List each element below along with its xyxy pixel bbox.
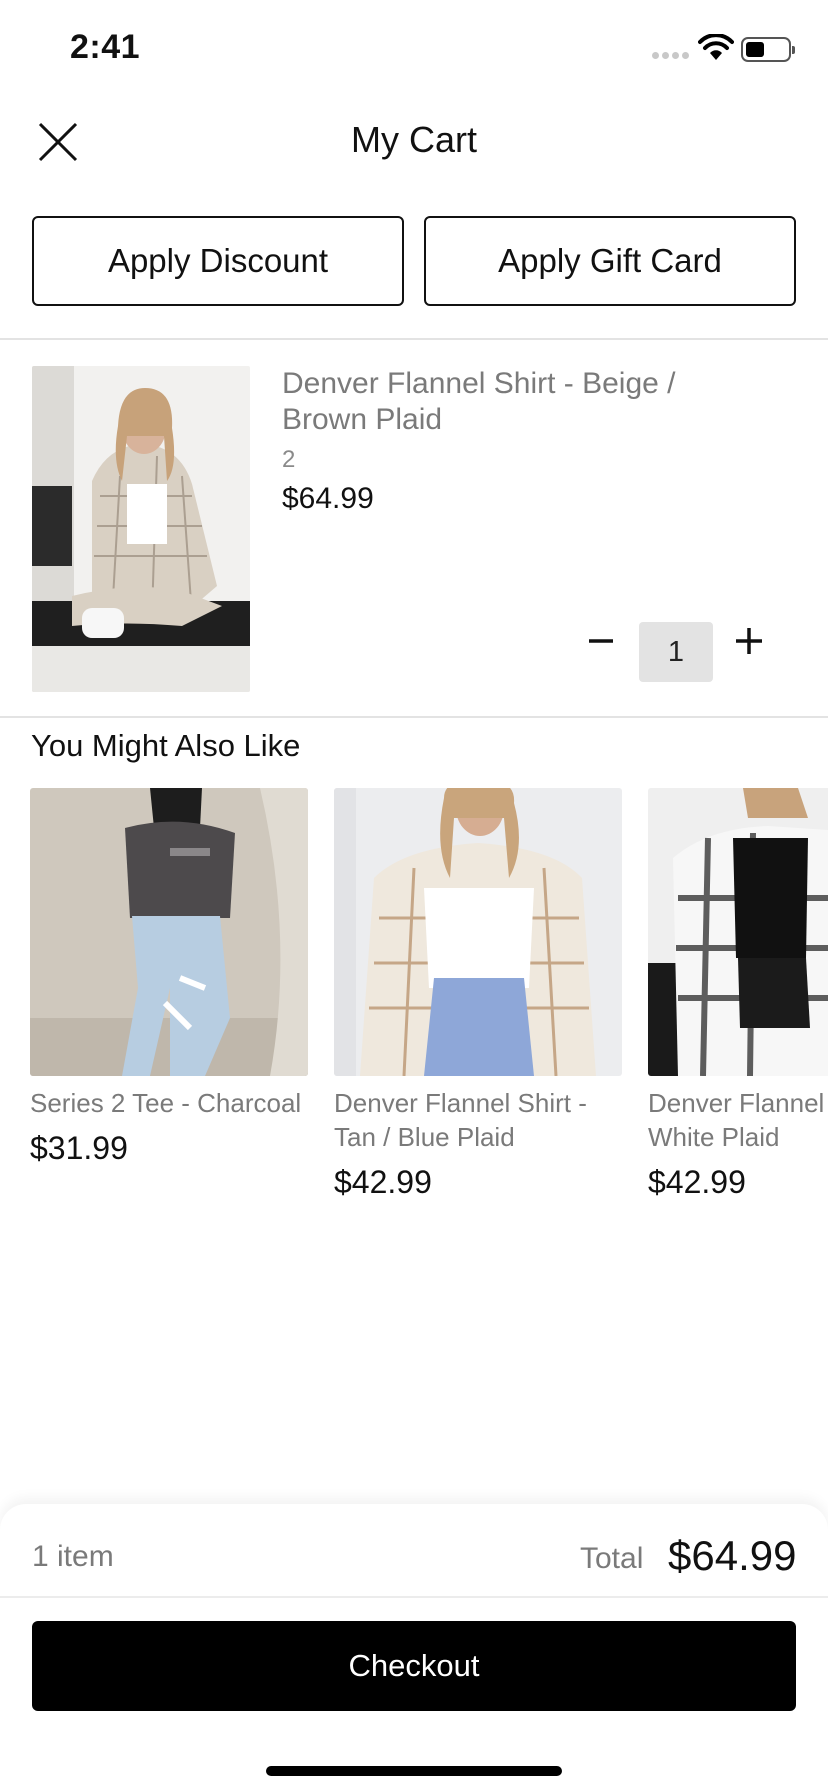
recommendation-name[interactable]: Series 2 Tee - Charcoal [30, 1086, 320, 1120]
divider [0, 1596, 828, 1598]
minus-icon[interactable] [580, 620, 622, 662]
apply-discount-button[interactable]: Apply Discount [32, 216, 404, 306]
checkout-button[interactable]: Checkout [32, 1621, 796, 1711]
total-value: $64.99 [668, 1532, 797, 1579]
recommendations-title: You Might Also Like [31, 728, 301, 763]
recommendation-name[interactable]: Denver Flannel Shirt - [334, 1086, 624, 1120]
wifi-icon [698, 34, 734, 60]
cart-item: Denver Flannel Shirt - Beige / Brown Pla… [0, 340, 828, 716]
quantity-value[interactable]: 1 [639, 622, 713, 682]
home-indicator[interactable] [266, 1766, 562, 1776]
product-image[interactable] [30, 788, 308, 1076]
nav-bar: My Cart [0, 100, 828, 180]
item-count: 1 item [32, 1540, 114, 1573]
plus-icon[interactable] [728, 620, 770, 662]
product-image[interactable] [32, 366, 250, 692]
status-bar: 2:41 [0, 0, 828, 100]
recommendation-price: $42.99 [334, 1164, 432, 1200]
recommendation-name-line2[interactable]: Tan / Blue Plaid [334, 1120, 624, 1154]
recommendation-name-line2[interactable]: White Plaid [648, 1120, 828, 1154]
battery-level [746, 42, 764, 57]
cellular-signal-icon [652, 52, 689, 59]
cart-item-variant: 2 [282, 446, 296, 473]
product-image[interactable] [334, 788, 622, 1076]
page-title: My Cart [351, 119, 477, 160]
recommendation-price: $31.99 [30, 1130, 128, 1166]
product-image[interactable] [648, 788, 828, 1076]
total-label: Total [580, 1542, 644, 1575]
cart-item-price: $64.99 [282, 482, 374, 515]
apply-gift-card-button[interactable]: Apply Gift Card [424, 216, 796, 306]
checkout-footer: 1 item Total $64.99 Checkout [0, 1504, 828, 1792]
recommendation-name[interactable]: Denver Flannel [648, 1086, 828, 1120]
battery-icon [741, 37, 795, 62]
recommendation-price: $42.99 [648, 1164, 746, 1200]
divider [0, 716, 828, 718]
status-time: 2:41 [70, 28, 141, 66]
cart-item-name[interactable]: Denver Flannel Shirt - Beige / Brown Pla… [282, 366, 762, 438]
